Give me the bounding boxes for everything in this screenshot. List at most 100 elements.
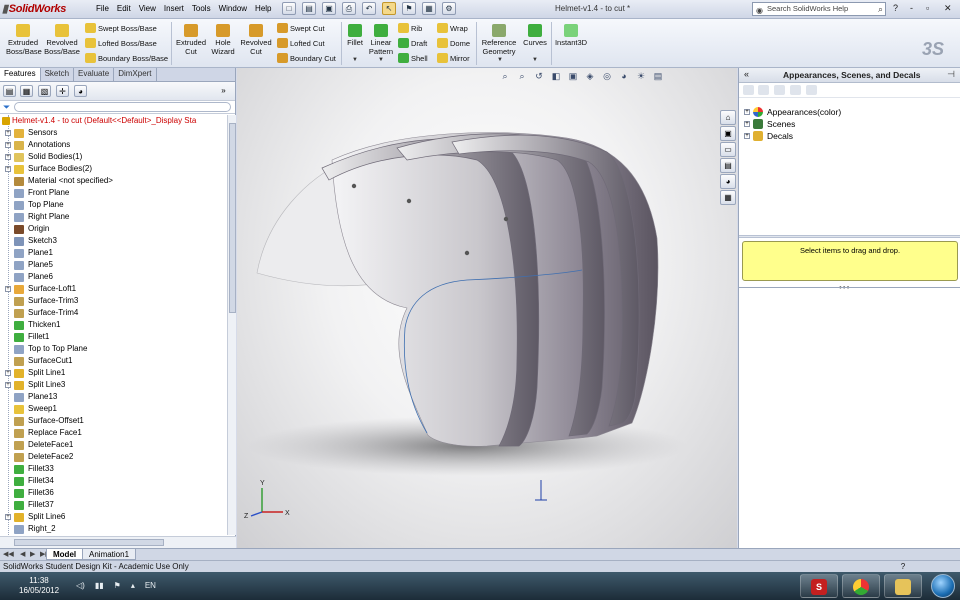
dome-button[interactable]: Dome [437, 38, 470, 49]
hole-wizard-button[interactable]: Hole Wizard [208, 24, 238, 56]
linear-pattern-button[interactable]: Linear Pattern [366, 24, 396, 56]
tree-item[interactable]: Origin [0, 223, 226, 235]
root-part-node[interactable]: Helmet-v1.4 - to cut (Default<<Default>_… [0, 115, 226, 127]
menu-view[interactable]: View [135, 4, 160, 13]
expand-icon[interactable]: + [5, 166, 11, 172]
menu-window[interactable]: Window [215, 4, 251, 13]
up-folder-icon[interactable] [806, 85, 817, 95]
tree-item[interactable]: Top Plane [0, 199, 226, 211]
feature-tree-scrollbar[interactable] [227, 115, 236, 535]
tree-item[interactable]: Plane6 [0, 271, 226, 283]
revolved-cut-button[interactable]: Revolved Cut [239, 24, 273, 56]
refresh-icon[interactable] [790, 85, 801, 95]
filter-input[interactable] [14, 102, 231, 112]
tree-item[interactable]: Material <not specified> [0, 175, 226, 187]
boundary-boss-button[interactable]: Boundary Boss/Base [85, 53, 168, 64]
display-style-icon[interactable]: ◈ [584, 71, 596, 82]
tree-item[interactable]: Thicken1 [0, 319, 226, 331]
tree-item[interactable]: Plane5 [0, 259, 226, 271]
expand-icon[interactable]: + [744, 121, 750, 127]
tree-item[interactable]: + Surface-Loft1 [0, 283, 226, 295]
expand-icon[interactable]: + [5, 286, 11, 292]
explorer-taskbar-button[interactable] [884, 574, 922, 598]
tree-item[interactable]: Surface-Trim3 [0, 295, 226, 307]
section-view-icon[interactable]: ◧ [550, 71, 562, 82]
lofted-cut-button[interactable]: Lofted Cut [277, 38, 325, 49]
tree-node-scenes[interactable]: + Scenes [739, 118, 841, 130]
tab-sketch[interactable]: Sketch [41, 68, 75, 81]
tree-item[interactable]: Fillet37 [0, 499, 226, 511]
options-icon[interactable]: ⚙ [442, 2, 456, 15]
view-orientation-icon[interactable]: ▣ [567, 71, 579, 82]
swept-cut-button[interactable]: Swept Cut [277, 23, 325, 34]
feature-tree-hscrollbar[interactable] [0, 536, 236, 548]
tree-item[interactable]: Fillet1 [0, 331, 226, 343]
help-question-icon[interactable]: ? [893, 3, 898, 13]
chevron-down-icon[interactable]: ▼ [352, 57, 358, 63]
display-manager-icon[interactable]: ◕ [74, 85, 87, 97]
tab-animation1[interactable]: Animation1 [82, 549, 137, 560]
tab-model[interactable]: Model [46, 549, 84, 560]
swept-boss-button[interactable]: Swept Boss/Base [85, 23, 157, 34]
helmet-model[interactable]: Y X Z [237, 68, 737, 548]
zoom-to-fit-icon[interactable]: ⌕ [499, 71, 511, 82]
lofted-boss-button[interactable]: Lofted Boss/Base [85, 38, 157, 49]
expand-panel-icon[interactable]: » [217, 85, 230, 97]
rebuild-icon[interactable]: ⚑ [402, 2, 416, 15]
feature-tree-icon[interactable]: ▤ [3, 85, 16, 97]
reference-geometry-button[interactable]: Reference Geometry [480, 24, 518, 56]
tree-node-appearances[interactable]: + Appearances(color) [739, 106, 841, 118]
forward-icon[interactable] [758, 85, 769, 95]
edit-appearance-icon[interactable]: ◕ [618, 71, 630, 82]
revolved-boss-button[interactable]: Revolved Boss/Base [44, 24, 80, 56]
chrome-taskbar-button[interactable] [842, 574, 880, 598]
tree-item[interactable]: Sweep1 [0, 403, 226, 415]
boundary-cut-button[interactable]: Boundary Cut [277, 53, 336, 64]
collapse-icon[interactable]: « [744, 69, 749, 79]
tree-item[interactable]: SurfaceCut1 [0, 355, 226, 367]
apply-scene-icon[interactable]: ☀ [635, 71, 647, 82]
scroll-thumb[interactable] [14, 539, 164, 546]
select-pointer-icon[interactable]: ↖ [382, 2, 396, 15]
design-library-icon[interactable]: ▣ [720, 126, 736, 141]
start-button[interactable] [928, 572, 958, 600]
extruded-cut-button[interactable]: Extruded Cut [174, 24, 208, 56]
flag-icon[interactable]: ⚑ [114, 581, 121, 590]
splitter[interactable] [739, 235, 960, 238]
network-icon[interactable]: ▮▮ [95, 581, 104, 590]
tree-item[interactable]: + Sensors [0, 127, 226, 139]
first-tab-icon[interactable]: ◀◀ [3, 550, 14, 558]
expand-icon[interactable]: + [5, 382, 11, 388]
curves-button[interactable]: Curves [520, 24, 550, 47]
tree-item[interactable]: Fillet33 [0, 463, 226, 475]
tree-item[interactable]: Fillet34 [0, 475, 226, 487]
help-search-input[interactable]: ◉ Search SolidWorks Help ⌕ [752, 2, 886, 16]
language-indicator[interactable]: EN [145, 581, 156, 590]
solidworks-taskbar-button[interactable]: S [800, 574, 838, 598]
file-explorer-icon[interactable]: ▭ [720, 142, 736, 157]
tree-item[interactable]: + Split Line1 [0, 367, 226, 379]
minimize-button[interactable]: - [910, 3, 913, 13]
tree-item[interactable]: + Annotations [0, 139, 226, 151]
tree-item[interactable]: Front Plane [0, 187, 226, 199]
view-settings-icon[interactable]: ▤ [652, 71, 664, 82]
new-document-icon[interactable]: □ [282, 2, 296, 15]
tree-item[interactable]: Top to Top Plane [0, 343, 226, 355]
draft-button[interactable]: Draft [398, 38, 427, 49]
tab-dimxpert[interactable]: DimXpert [114, 68, 157, 81]
tree-item[interactable]: Plane13 [0, 391, 226, 403]
chevron-down-icon[interactable]: ▼ [497, 57, 503, 63]
rib-button[interactable]: Rib [398, 23, 422, 34]
configuration-manager-icon[interactable]: ▧ [38, 85, 51, 97]
extruded-boss-button[interactable]: Extruded Boss/Base [6, 24, 42, 56]
tree-item[interactable]: Right_2 [0, 523, 226, 535]
tree-item[interactable]: Fillet36 [0, 487, 226, 499]
undo-icon[interactable]: ↶ [362, 2, 376, 15]
tree-item[interactable]: + Split Line3 [0, 379, 226, 391]
clock[interactable]: 11:38 16/05/2012 [19, 576, 59, 596]
maximize-button[interactable]: ▫ [926, 3, 929, 13]
tree-item[interactable]: Sketch3 [0, 235, 226, 247]
open-folder-icon[interactable]: ▤ [302, 2, 316, 15]
save-icon[interactable]: ▣ [322, 2, 336, 15]
appearances-icon[interactable]: ◕ [720, 174, 736, 189]
